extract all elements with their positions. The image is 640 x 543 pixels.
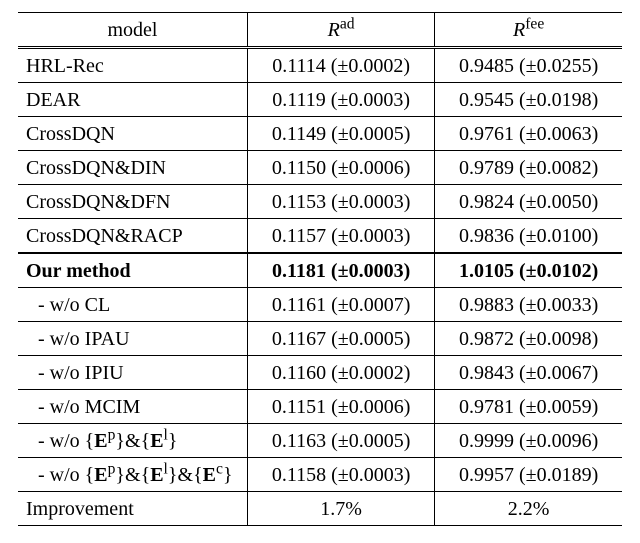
metric-rad: 0.1150 (±0.0006) xyxy=(248,151,435,185)
metric-rad: 0.1119 (±0.0003) xyxy=(248,83,435,117)
metric-rad: 0.1157 (±0.0003) xyxy=(248,219,435,254)
metric-rfee: 0.9761 (±0.0063) xyxy=(435,117,622,151)
table-row: - w/o MCIM 0.1151 (±0.0006) 0.9781 (±0.0… xyxy=(18,390,622,424)
table-row: - w/o IPAU 0.1167 (±0.0005) 0.9872 (±0.0… xyxy=(18,322,622,356)
model-name: CrossDQN&DFN xyxy=(18,185,248,219)
model-name: - w/o IPIU xyxy=(18,356,248,390)
table-row-ours: Our method 0.1181 (±0.0003) 1.0105 (±0.0… xyxy=(18,253,622,288)
metric-rfee: 0.9781 (±0.0059) xyxy=(435,390,622,424)
table-header-row: model Rad Rfee xyxy=(18,13,622,48)
metric-rfee: 0.9957 (±0.0189) xyxy=(435,458,622,492)
model-name: HRL-Rec xyxy=(18,48,248,83)
metric1-sup: ad xyxy=(340,15,355,32)
metric-rad: 0.1153 (±0.0003) xyxy=(248,185,435,219)
metric-rad: 0.1167 (±0.0005) xyxy=(248,322,435,356)
metric2-base: R xyxy=(513,19,525,41)
metric-rfee: 0.9999 (±0.0096) xyxy=(435,424,622,458)
col-header-model-text: model xyxy=(108,19,158,41)
metric-rad: 0.1160 (±0.0002) xyxy=(248,356,435,390)
metric-rfee: 0.9824 (±0.0050) xyxy=(435,185,622,219)
table-row: - w/o IPIU 0.1160 (±0.0002) 0.9843 (±0.0… xyxy=(18,356,622,390)
table-row: CrossDQN&RACP 0.1157 (±0.0003) 0.9836 (±… xyxy=(18,219,622,254)
table-row: - w/o CL 0.1161 (±0.0007) 0.9883 (±0.003… xyxy=(18,288,622,322)
metric1-base: R xyxy=(328,19,340,41)
table-row-improvement: Improvement 1.7% 2.2% xyxy=(18,492,622,526)
metric-rfee: 0.9843 (±0.0067) xyxy=(435,356,622,390)
model-name: CrossDQN&RACP xyxy=(18,219,248,254)
col-header-model: model xyxy=(18,13,248,48)
metric-rfee: 0.9485 (±0.0255) xyxy=(435,48,622,83)
metric-rfee: 0.9872 (±0.0098) xyxy=(435,322,622,356)
metric-rad: 0.1163 (±0.0005) xyxy=(248,424,435,458)
metric-rfee: 1.0105 (±0.0102) xyxy=(435,253,622,288)
metric2-sup: fee xyxy=(525,15,544,32)
metric-rfee: 2.2% xyxy=(435,492,622,526)
model-name: - w/o CL xyxy=(18,288,248,322)
model-name: - w/o {Ep}&{El}&{Ec} xyxy=(18,458,248,492)
table-row: CrossDQN&DFN 0.1153 (±0.0003) 0.9824 (±0… xyxy=(18,185,622,219)
table-row: CrossDQN 0.1149 (±0.0005) 0.9761 (±0.006… xyxy=(18,117,622,151)
metric-rad: 0.1181 (±0.0003) xyxy=(248,253,435,288)
model-name: Our method xyxy=(18,253,248,288)
metric-rad: 0.1158 (±0.0003) xyxy=(248,458,435,492)
table-row: - w/o {Ep}&{El} 0.1163 (±0.0005) 0.9999 … xyxy=(18,424,622,458)
metric-rad: 0.1114 (±0.0002) xyxy=(248,48,435,83)
table-row: HRL-Rec 0.1114 (±0.0002) 0.9485 (±0.0255… xyxy=(18,48,622,83)
model-name: CrossDQN xyxy=(18,117,248,151)
metric-rad: 0.1161 (±0.0007) xyxy=(248,288,435,322)
model-name: DEAR xyxy=(18,83,248,117)
model-name: - w/o MCIM xyxy=(18,390,248,424)
metric-rad: 1.7% xyxy=(248,492,435,526)
model-name: Improvement xyxy=(18,492,248,526)
metric-rfee: 0.9789 (±0.0082) xyxy=(435,151,622,185)
col-header-rad: Rad xyxy=(248,13,435,48)
metric-rfee: 0.9836 (±0.0100) xyxy=(435,219,622,254)
col-header-rfee: Rfee xyxy=(435,13,622,48)
table-row: DEAR 0.1119 (±0.0003) 0.9545 (±0.0198) xyxy=(18,83,622,117)
table-row: - w/o {Ep}&{El}&{Ec} 0.1158 (±0.0003) 0.… xyxy=(18,458,622,492)
model-name: - w/o {Ep}&{El} xyxy=(18,424,248,458)
metric-rfee: 0.9545 (±0.0198) xyxy=(435,83,622,117)
table-row: CrossDQN&DIN 0.1150 (±0.0006) 0.9789 (±0… xyxy=(18,151,622,185)
metric-rad: 0.1149 (±0.0005) xyxy=(248,117,435,151)
model-name: - w/o IPAU xyxy=(18,322,248,356)
metric-rfee: 0.9883 (±0.0033) xyxy=(435,288,622,322)
results-table: model Rad Rfee HRL-Rec 0.1114 (±0.0002) … xyxy=(18,12,622,526)
metric-rad: 0.1151 (±0.0006) xyxy=(248,390,435,424)
model-name: CrossDQN&DIN xyxy=(18,151,248,185)
